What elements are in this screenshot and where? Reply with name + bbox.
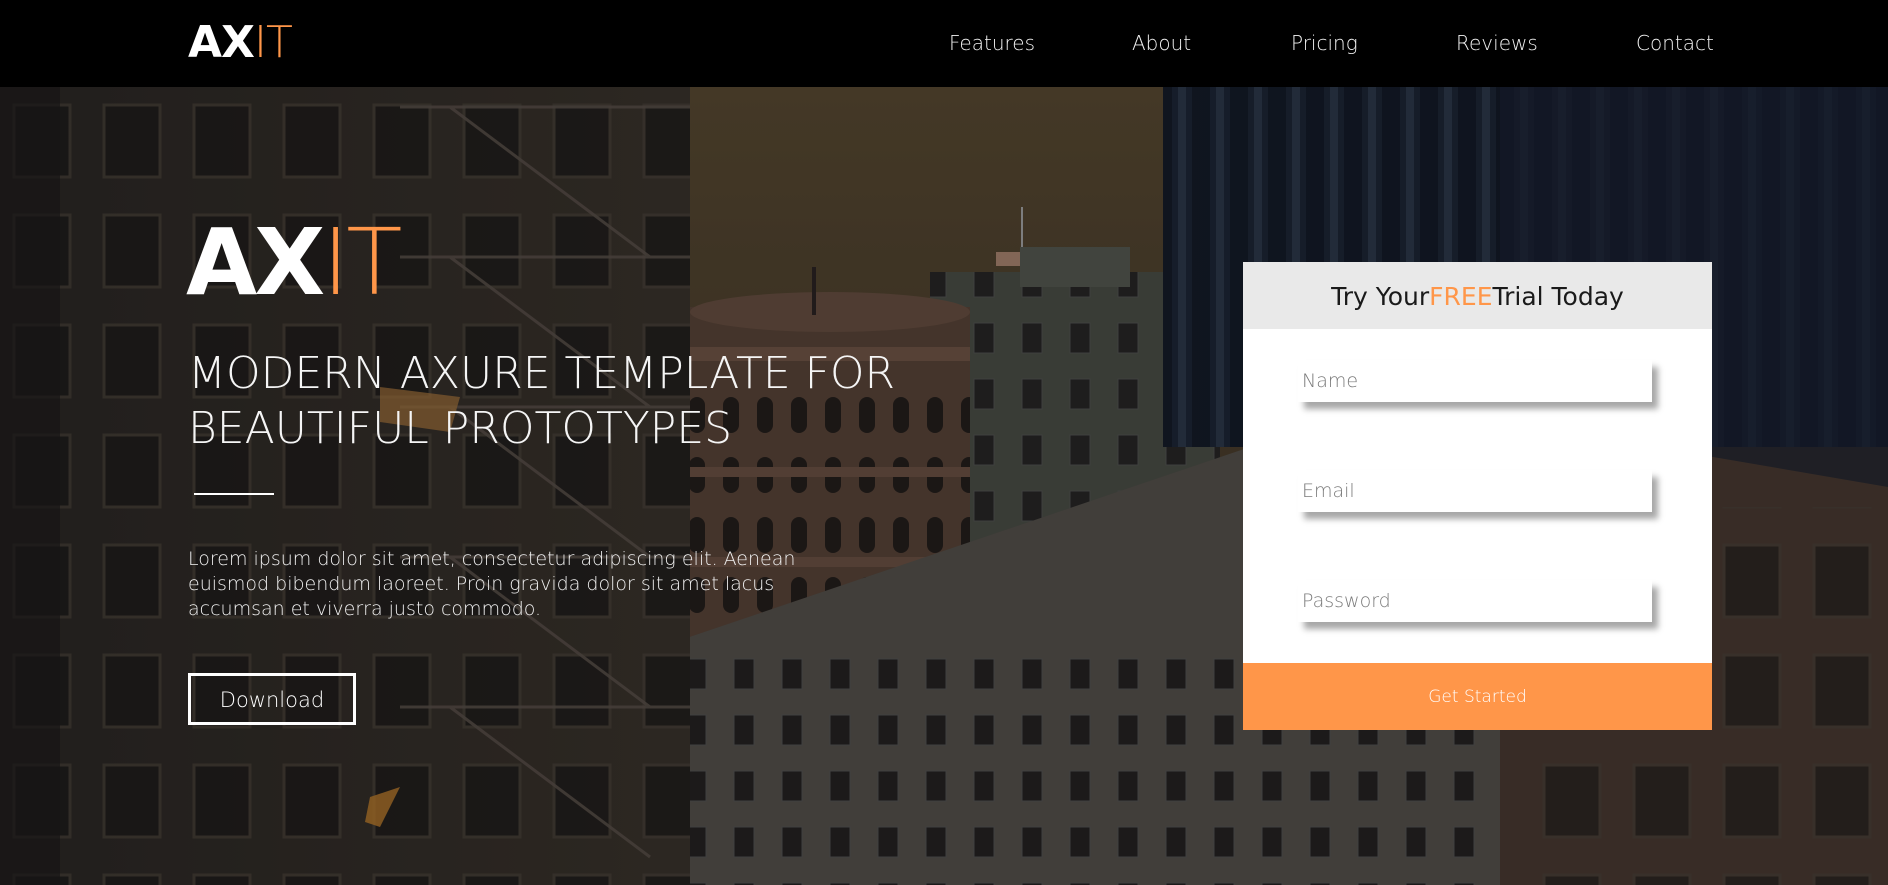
hero-headline: MODERN AXURE TEMPLATE FOR BEAUTIFUL PROT…: [188, 348, 896, 454]
signup-title-free: FREE: [1429, 282, 1493, 311]
hero-logo-text-it: IT: [322, 209, 402, 316]
hero-divider: [194, 493, 274, 495]
nav-logo[interactable]: AXIT: [188, 17, 293, 68]
email-input[interactable]: [1298, 470, 1652, 512]
nav-link-about[interactable]: About: [1132, 30, 1191, 56]
logo-text-ax: AX: [188, 17, 255, 68]
nav-link-features[interactable]: Features: [949, 30, 1035, 56]
signup-title-before: Try Your: [1331, 282, 1430, 311]
name-input[interactable]: [1298, 360, 1652, 402]
signup-card-title: Try YourFREETrial Today: [1243, 262, 1712, 329]
hero-logo: AXIT: [186, 213, 402, 313]
nav-link-reviews[interactable]: Reviews: [1456, 30, 1538, 56]
signup-title-after: Trial Today: [1492, 282, 1624, 311]
logo-text-it: IT: [253, 17, 293, 68]
password-input[interactable]: [1298, 580, 1652, 622]
signup-card: Try YourFREETrial Today Get Started: [1243, 262, 1712, 730]
hero-logo-text-ax: AX: [186, 209, 325, 316]
get-started-button[interactable]: Get Started: [1243, 663, 1712, 730]
nav-link-pricing[interactable]: Pricing: [1291, 30, 1358, 56]
top-navbar: AXIT Features About Pricing Reviews Cont…: [0, 0, 1888, 87]
download-button[interactable]: Download: [188, 673, 356, 725]
nav-link-contact[interactable]: Contact: [1636, 30, 1714, 56]
hero-body-text: Lorem ipsum dolor sit amet, consectetur …: [188, 548, 796, 620]
